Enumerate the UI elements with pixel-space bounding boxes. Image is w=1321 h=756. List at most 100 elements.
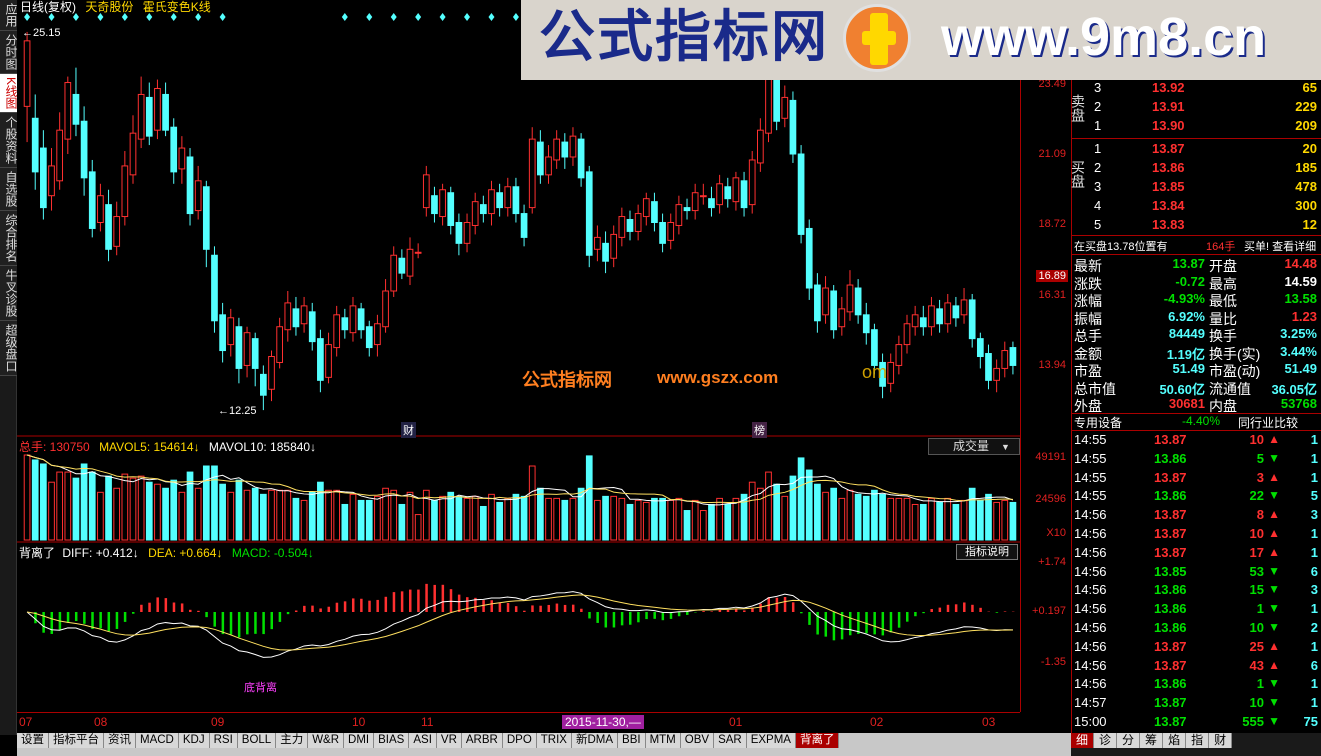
arrow-up-icon: ▲ xyxy=(1268,526,1280,540)
panel-tab[interactable]: 细 xyxy=(1071,733,1095,748)
volume-bar xyxy=(113,487,121,541)
candle-body xyxy=(569,135,577,158)
tick-row: 14:55 13.87 10 ▲ 1 xyxy=(1072,432,1321,450)
left-tab-4[interactable]: 自选股 xyxy=(0,168,18,212)
indicator-tab[interactable]: MACD xyxy=(136,733,179,748)
indicator-tab[interactable]: VR xyxy=(436,733,462,748)
candle-body xyxy=(602,242,609,262)
macd-bar xyxy=(197,610,200,612)
indicator-tab[interactable]: MTM xyxy=(645,733,681,748)
macd-bar xyxy=(246,612,249,635)
macd-bar xyxy=(490,600,493,612)
left-tab-2[interactable]: K线图 xyxy=(0,74,18,114)
volume-bar xyxy=(1009,501,1017,541)
left-tab-5[interactable]: 综合排名 xyxy=(0,211,18,267)
indicator-tab[interactable]: TRIX xyxy=(536,733,572,748)
indicator-tab[interactable]: 资讯 xyxy=(104,733,136,748)
candle-body xyxy=(268,356,275,390)
order-info-link[interactable]: 买单! 查看详细 xyxy=(1244,238,1316,254)
tick-row: 14:55 13.87 3 ▲ 1 xyxy=(1072,470,1321,488)
rank-mark[interactable]: 榜 xyxy=(752,422,767,438)
quote-value: 1.19亿 xyxy=(1166,346,1205,362)
indicator-tab[interactable]: DPO xyxy=(502,733,537,748)
indicator-tab[interactable]: W&R xyxy=(308,733,345,748)
kline-chart[interactable] xyxy=(17,0,1020,712)
indicator-tab[interactable]: DMI xyxy=(344,733,375,748)
tick-volume: 22 xyxy=(1249,488,1264,504)
macd-bar xyxy=(653,612,656,619)
indicator-tab[interactable]: BBI xyxy=(618,733,646,748)
indicator-help-button[interactable]: 指标说明 xyxy=(956,544,1018,560)
finance-mark[interactable]: 财 xyxy=(401,422,416,438)
indicator-tab[interactable]: KDJ xyxy=(178,733,210,748)
panel-tab[interactable]: 财 xyxy=(1209,733,1233,748)
indicator-tab[interactable]: SAR xyxy=(714,733,747,748)
volume-tick: 24596 xyxy=(1035,493,1066,505)
panel-tab[interactable]: 分 xyxy=(1117,733,1141,748)
watermark-text-url: www.gszx.com xyxy=(657,368,779,387)
left-tab-3[interactable]: 个股资料 xyxy=(0,113,18,169)
tick-count: 1 xyxy=(1310,544,1318,560)
tick-row: 14:56 13.86 1 ▼ 1 xyxy=(1072,676,1321,694)
order-level: 2 xyxy=(1094,99,1102,114)
candle-body xyxy=(838,308,846,328)
volume-bar xyxy=(414,514,422,541)
price-tick: 21.09 xyxy=(1038,148,1066,160)
tick-volume: 53 xyxy=(1249,563,1264,579)
industry-compare-link[interactable]: 同行业比较 xyxy=(1238,414,1298,431)
macd-bar xyxy=(612,612,616,628)
panel-tab[interactable]: 筹 xyxy=(1140,733,1164,748)
indicator-tab[interactable]: 指标平台 xyxy=(49,733,104,748)
indicator-tab[interactable]: EXPMA xyxy=(746,733,796,748)
tick-price: 13.87 xyxy=(1154,544,1187,560)
volume-bar xyxy=(830,487,838,541)
candle-body xyxy=(325,344,332,378)
macd-bar xyxy=(327,606,331,612)
volume-bar xyxy=(781,495,789,541)
panel-tab[interactable]: 诊 xyxy=(1094,733,1118,748)
order-volume: 65 xyxy=(1302,80,1317,95)
indicator-tab[interactable]: OBV xyxy=(680,733,715,748)
indicator-tab[interactable]: 新DMA xyxy=(571,733,619,748)
volume-bar xyxy=(642,501,650,541)
candle-body xyxy=(773,79,780,122)
left-tab-7[interactable]: 超级盘口 xyxy=(0,321,18,377)
macd-bar xyxy=(938,607,942,612)
indicator-tab[interactable]: ARBR xyxy=(461,733,503,748)
candle-body xyxy=(40,147,47,209)
indicator-tab[interactable]: BOLL xyxy=(237,733,277,748)
current-price-marker: 16.89 xyxy=(1036,270,1068,282)
panel-tab[interactable]: 指 xyxy=(1186,733,1210,748)
macd-bar xyxy=(368,600,371,612)
candle-body xyxy=(928,305,935,328)
indicator-tab[interactable]: RSI xyxy=(209,733,238,748)
macd-bar xyxy=(677,612,681,617)
industry-name[interactable]: 专用设备 xyxy=(1074,414,1122,431)
indicator-tab[interactable]: BIAS xyxy=(374,733,410,748)
volume-bar xyxy=(577,487,585,541)
left-tab-1[interactable]: 分时图 xyxy=(0,31,18,74)
candle-body xyxy=(422,174,430,209)
volume-bar xyxy=(105,475,112,541)
volume-bar xyxy=(545,497,552,541)
tick-row: 14:56 13.86 1 ▼ 1 xyxy=(1072,601,1321,619)
indicator-tab[interactable]: 主力 xyxy=(276,733,309,748)
time-label: 08 xyxy=(94,715,108,729)
left-tab-6[interactable]: 牛叉诊股 xyxy=(0,266,18,322)
indicator-tab[interactable]: ASI xyxy=(409,733,437,748)
macd-bar xyxy=(726,609,730,612)
macd-bar xyxy=(848,612,852,636)
volume-dropdown[interactable]: 成交量 ▼ xyxy=(928,438,1020,455)
panel-tab[interactable]: 焰 xyxy=(1163,733,1187,748)
volume-bar xyxy=(838,497,846,541)
indicator-tab[interactable]: 背离了 xyxy=(795,733,840,748)
macd-bar xyxy=(449,589,453,612)
macd-bar xyxy=(840,612,844,640)
macd-bar xyxy=(457,594,461,612)
tick-volume: 1 xyxy=(1256,601,1264,617)
indicator-tab[interactable]: 设置 xyxy=(17,733,49,748)
macd-indicator-name[interactable]: 背离了 xyxy=(19,546,55,560)
volume-bar xyxy=(561,499,569,541)
candle-body xyxy=(504,186,512,209)
left-tab-0[interactable]: 应用 xyxy=(0,0,18,31)
